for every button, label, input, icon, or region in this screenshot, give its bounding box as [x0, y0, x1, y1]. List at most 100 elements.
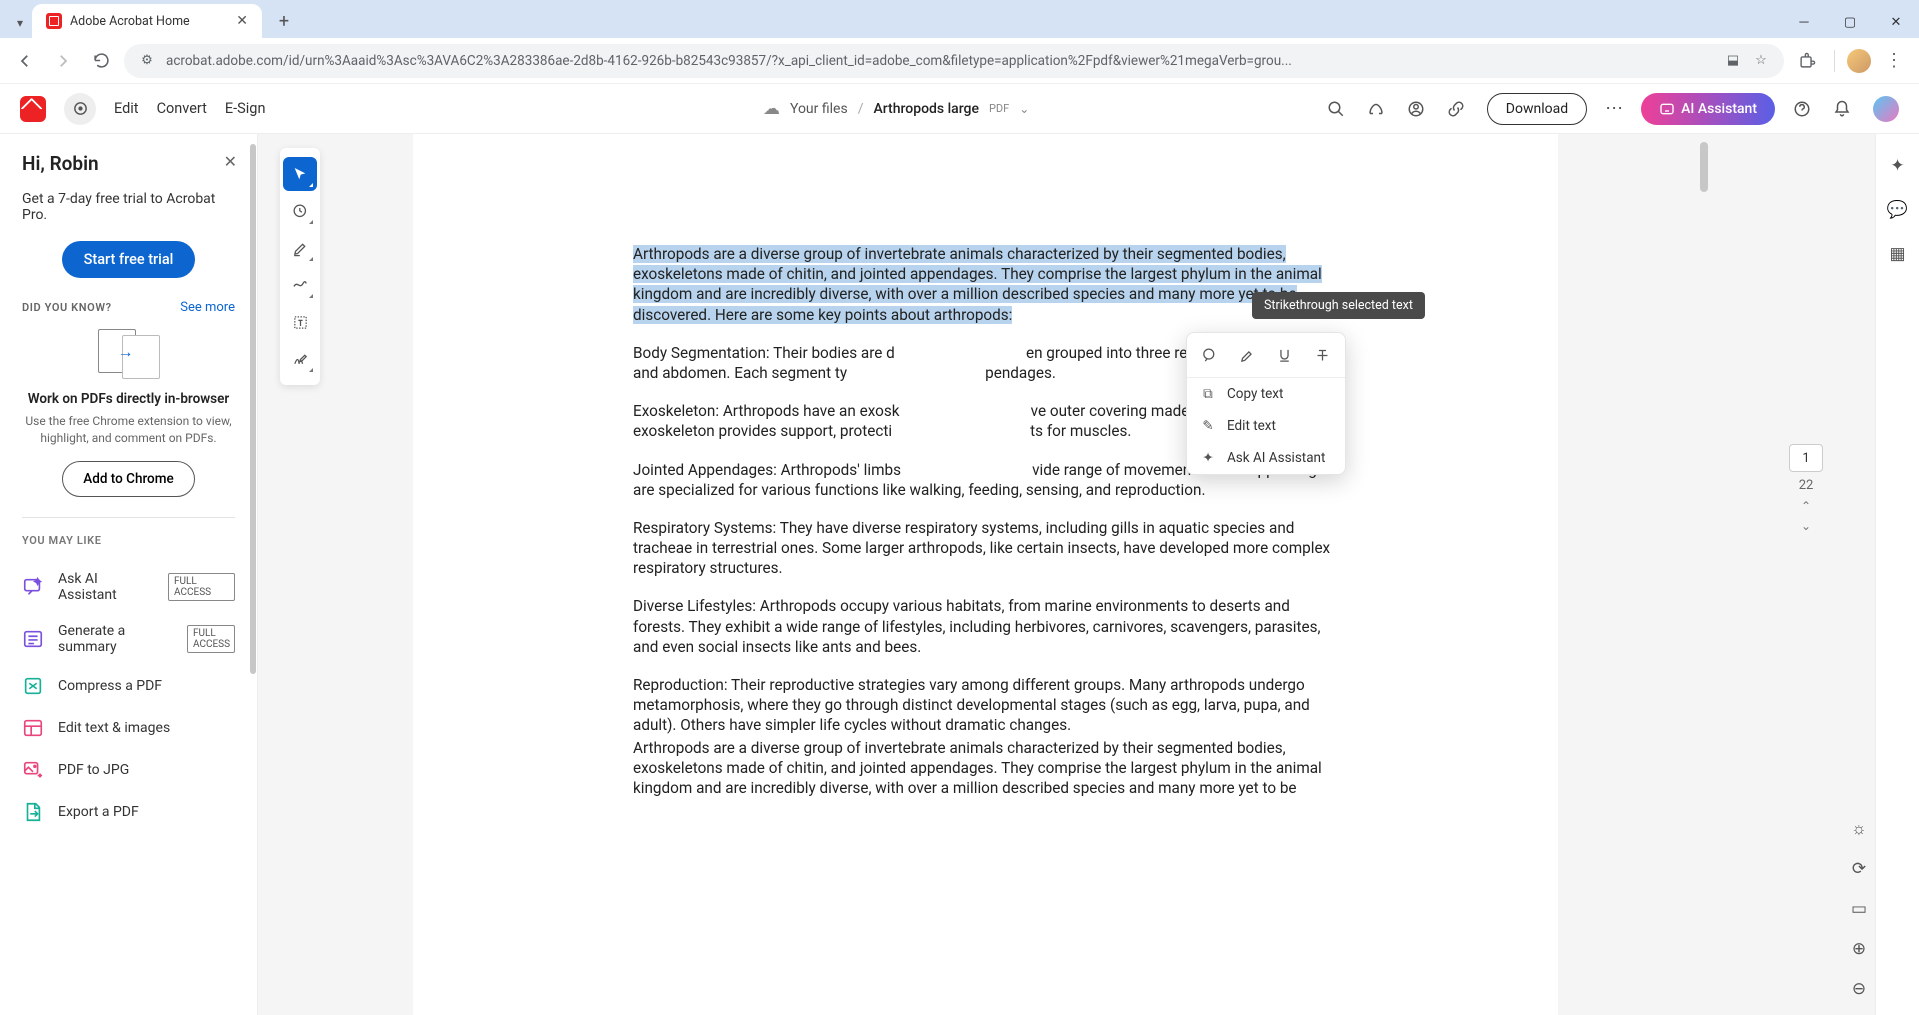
strikethrough-icon[interactable]	[1306, 339, 1338, 371]
doc-paragraph[interactable]: Diverse Lifestyles: Arthropods occupy va…	[633, 596, 1338, 657]
tab-close-icon[interactable]: ✕	[236, 13, 248, 29]
sidebar-scrollbar-thumb[interactable]	[250, 144, 256, 674]
tool-label: Generate a summary	[58, 623, 167, 655]
tool-label: Ask AI Assistant	[58, 571, 148, 603]
promo-description: Use the free Chrome extension to view, h…	[22, 413, 235, 447]
crumb-root[interactable]: Your files	[790, 101, 848, 117]
highlight-tool[interactable]	[283, 231, 317, 265]
chat-sparkle-icon	[22, 576, 44, 598]
cloud-icon: ☁	[763, 99, 780, 119]
menu-edit[interactable]: Edit	[114, 100, 139, 117]
more-actions-button[interactable]: ⋯	[1605, 98, 1623, 119]
sidebar: ✕ Hi, Robin Get a 7-day free trial to Ac…	[0, 134, 258, 1015]
page-scrollbar-thumb[interactable]	[1700, 142, 1708, 192]
tab-list-caret[interactable]: ▾	[8, 8, 32, 38]
browser-tab[interactable]: Adobe Acrobat Home ✕	[32, 4, 262, 38]
strikethrough-tooltip: Strikethrough selected text	[1252, 292, 1425, 319]
window-maximize-button[interactable]: ▢	[1827, 6, 1873, 38]
acrobat-logo-icon[interactable]	[20, 96, 46, 122]
add-comment-icon[interactable]	[1194, 339, 1226, 371]
right-rail: ✦ 💬 ▦	[1875, 134, 1919, 1015]
sidebar-divider	[22, 517, 235, 518]
highlight-icon[interactable]	[1231, 339, 1263, 371]
add-to-chrome-button[interactable]: Add to Chrome	[62, 461, 194, 497]
sidebar-greeting: Hi, Robin	[22, 152, 235, 175]
doc-paragraph[interactable]: Arthropods are a diverse group of invert…	[633, 244, 1338, 325]
select-tool[interactable]	[283, 157, 317, 191]
start-free-trial-button[interactable]: Start free trial	[62, 241, 196, 278]
install-app-icon[interactable]: ⬓	[1724, 53, 1742, 68]
window-minimize-button[interactable]: ─	[1781, 6, 1827, 38]
ai-panel-icon[interactable]: ✦	[1890, 156, 1904, 176]
ai-assistant-button[interactable]: AI Assistant	[1641, 93, 1775, 125]
new-tab-button[interactable]: +	[272, 9, 296, 33]
forward-button[interactable]	[48, 46, 78, 76]
comment-tool[interactable]	[283, 194, 317, 228]
doc-paragraph[interactable]: Respiratory Systems: They have diverse r…	[633, 518, 1338, 579]
user-avatar[interactable]	[1873, 96, 1899, 122]
ctx-ask-ai[interactable]: ✦Ask AI Assistant	[1187, 442, 1345, 474]
selected-text: Arthropods are a diverse group of invert…	[633, 245, 1322, 324]
url-bar[interactable]: ⚙ acrobat.adobe.com/id/urn%3Aaaid%3Asc%3…	[124, 44, 1784, 78]
read-aloud-icon[interactable]	[1367, 100, 1389, 118]
zoom-in-icon[interactable]: ⊕	[1852, 939, 1866, 959]
extensions-icon[interactable]	[1792, 46, 1822, 76]
summary-icon	[22, 628, 44, 650]
tool-edit-text-images[interactable]: Edit text & images	[22, 707, 235, 749]
page-down-icon[interactable]: ⌄	[1801, 519, 1811, 533]
brightness-icon[interactable]: ☼	[1851, 819, 1867, 839]
help-icon[interactable]	[1793, 100, 1815, 118]
menu-esign[interactable]: E-Sign	[225, 100, 266, 117]
sign-tool[interactable]	[283, 342, 317, 376]
fit-page-icon[interactable]: ▭	[1851, 899, 1867, 919]
compress-icon	[22, 675, 44, 697]
print-icon[interactable]	[1407, 100, 1429, 118]
site-settings-icon[interactable]: ⚙	[138, 53, 156, 68]
search-icon[interactable]	[1327, 100, 1349, 118]
sidebar-scrollbar[interactable]	[249, 134, 257, 1015]
ctx-edit-text[interactable]: ✎Edit text	[1187, 410, 1345, 442]
page-up-icon[interactable]: ⌃	[1801, 499, 1811, 513]
thumbnails-panel-icon[interactable]: ▦	[1889, 244, 1905, 264]
breadcrumb: ☁ Your files / Arthropods large PDF ⌄	[563, 99, 1029, 119]
tool-label: Compress a PDF	[58, 678, 162, 694]
format-badge: PDF	[989, 102, 1009, 115]
rotate-icon[interactable]: ⟳	[1852, 859, 1866, 879]
tool-ask-ai[interactable]: Ask AI Assistant FULL ACCESS	[22, 561, 235, 613]
window-close-button[interactable]: ✕	[1873, 6, 1919, 38]
profile-avatar[interactable]	[1847, 49, 1871, 73]
add-text-tool[interactable]	[283, 305, 317, 339]
see-more-link[interactable]: See more	[180, 300, 235, 315]
ctx-copy-text[interactable]: ⧉Copy text	[1187, 378, 1345, 410]
doc-paragraph[interactable]: Arthropods are a diverse group of invert…	[633, 738, 1338, 799]
edit-pencil-icon: ✎	[1199, 418, 1217, 434]
tool-compress-pdf[interactable]: Compress a PDF	[22, 665, 235, 707]
tool-pdf-to-jpg[interactable]: PDF to JPG	[22, 749, 235, 791]
page-scrollbar[interactable]	[1700, 134, 1710, 1015]
back-button[interactable]	[10, 46, 40, 76]
tool-generate-summary[interactable]: Generate a summary FULL ACCESS	[22, 613, 235, 665]
browser-menu-button[interactable]: ⋮	[1879, 46, 1909, 76]
current-page-input[interactable]: 1	[1789, 444, 1823, 472]
notifications-icon[interactable]	[1833, 100, 1855, 118]
tool-export-pdf[interactable]: Export a PDF	[22, 791, 235, 833]
crumb-separator: /	[858, 101, 864, 117]
sidebar-close-icon[interactable]: ✕	[224, 152, 237, 171]
selection-mode-button[interactable]	[64, 93, 96, 125]
underline-icon[interactable]	[1269, 339, 1301, 371]
crumb-caret-icon[interactable]: ⌄	[1019, 102, 1029, 116]
bookmark-star-icon[interactable]: ☆	[1752, 53, 1770, 68]
download-button[interactable]: Download	[1487, 93, 1587, 125]
comments-panel-icon[interactable]: 💬	[1887, 200, 1908, 220]
zoom-out-icon[interactable]: ⊖	[1852, 979, 1866, 999]
app-header: Edit Convert E-Sign ☁ Your files / Arthr…	[0, 84, 1919, 134]
acrobat-favicon	[46, 13, 62, 29]
draw-tool[interactable]	[283, 268, 317, 302]
pdf-page[interactable]: Arthropods are a diverse group of invert…	[413, 134, 1558, 1015]
share-link-icon[interactable]	[1447, 100, 1469, 118]
reload-button[interactable]	[86, 46, 116, 76]
crumb-document[interactable]: Arthropods large	[873, 101, 979, 117]
doc-paragraph[interactable]: Reproduction: Their reproductive strateg…	[633, 675, 1338, 736]
menu-convert[interactable]: Convert	[157, 100, 207, 117]
export-icon	[22, 801, 44, 823]
